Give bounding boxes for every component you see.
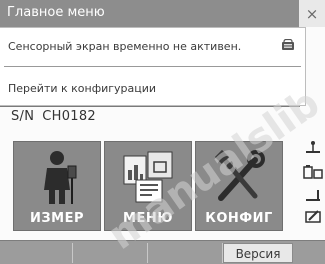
softkey-2[interactable] (73, 243, 148, 263)
window-title: Главное меню (7, 5, 105, 20)
tools-icon (214, 149, 265, 201)
title-bar: Главное меню × (0, 0, 325, 27)
softkey-3[interactable] (148, 243, 223, 263)
pen-icon (305, 210, 321, 223)
touch-inactive-message: Сенсорный экран временно не активен. (8, 40, 242, 53)
close-button[interactable]: × (299, 0, 325, 27)
popup-divider (4, 66, 301, 67)
close-icon: × (305, 4, 319, 23)
menu-documents-icon (123, 151, 173, 203)
config-button-label: КОНФИГ (205, 211, 273, 226)
config-button[interactable]: КОНФИГ (195, 141, 283, 231)
menu-button[interactable]: МЕНЮ (104, 141, 192, 231)
go-to-config-link[interactable]: Перейти к конфигурации (8, 82, 156, 95)
measure-button[interactable]: ИЗМЕР (13, 141, 101, 231)
version-softkey[interactable]: Версия (223, 243, 293, 263)
surveyor-icon (44, 151, 77, 204)
serial-value: CH0182 (42, 109, 97, 124)
screen: Главное меню × Сенсорный экран временно … (0, 0, 325, 264)
softkey-bar: Версия (0, 240, 325, 264)
battery-icon (303, 165, 323, 179)
signal-icon (306, 190, 320, 201)
serial-label: S/N (11, 109, 35, 124)
measure-button-label: ИЗМЕР (30, 211, 84, 226)
serial-number: S/N CH0182 (11, 109, 96, 124)
notification-popup: Сенсорный экран временно не активен. Пер… (0, 27, 306, 106)
keyboard-lock-icon (282, 39, 294, 50)
status-divider (0, 106, 300, 107)
menu-button-label: МЕНЮ (123, 211, 173, 226)
softkey-1[interactable] (10, 243, 73, 263)
level-icon (306, 141, 320, 153)
status-sidebar (300, 30, 325, 240)
